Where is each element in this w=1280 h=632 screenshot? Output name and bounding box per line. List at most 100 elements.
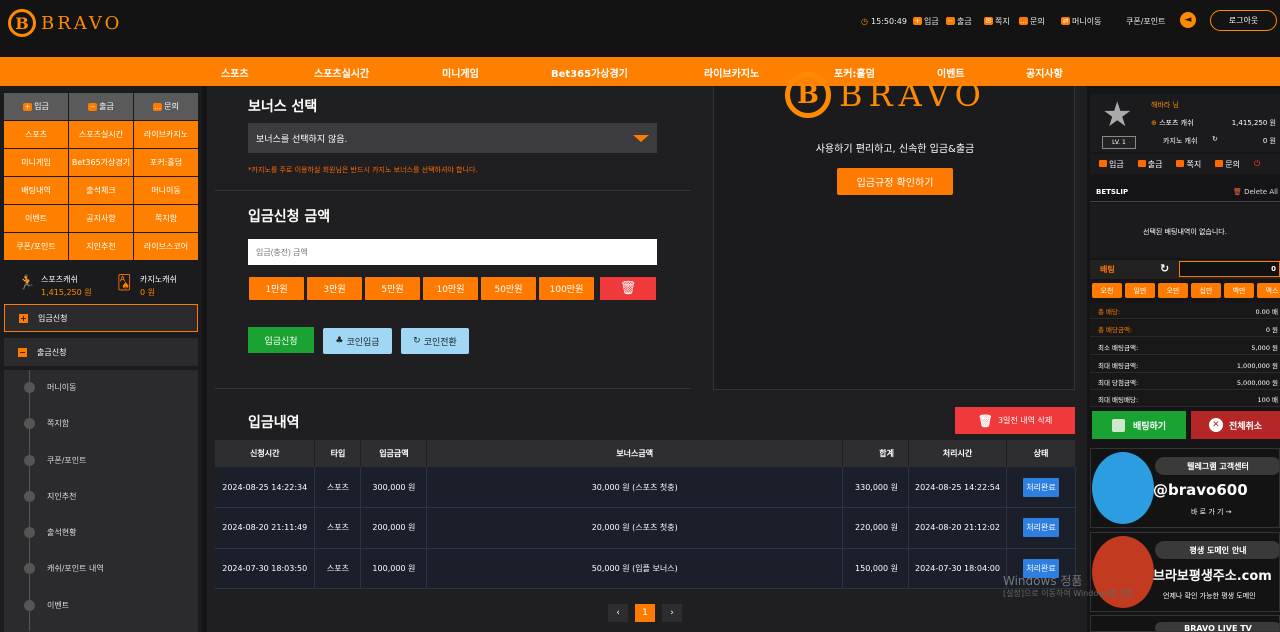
chip-button[interactable]: 일만: [1125, 283, 1155, 298]
dot-icon: [24, 563, 35, 574]
withdraw-request-button[interactable]: − 출금신청: [4, 338, 198, 366]
dot-icon: [24, 418, 35, 429]
nav-bet365[interactable]: Bet365가상경기: [551, 65, 628, 80]
left-menu-item[interactable]: 스포츠실시간: [69, 121, 133, 148]
left-menu-item[interactable]: 출석체크: [69, 177, 133, 204]
header-link-coupon[interactable]: 쿠폰/포인트: [1126, 15, 1166, 27]
history-title: 입금내역: [248, 415, 300, 431]
left-inquiry-button[interactable]: … 문의: [134, 93, 198, 120]
sports-cash-value: 1,415,250 원: [1231, 119, 1276, 127]
dot-icon: [24, 382, 35, 393]
header-link-deposit[interactable]: + 입금: [913, 15, 939, 27]
amount-button-500k[interactable]: 50만원: [481, 277, 536, 300]
submenu-item[interactable]: 출석현황: [24, 527, 76, 538]
chip-button[interactable]: 십만: [1191, 283, 1221, 298]
coins-icon: ♣: [335, 336, 344, 346]
right-message-link[interactable]: 쪽지: [1176, 159, 1201, 170]
refresh-icon[interactable]: ↻: [1160, 262, 1169, 275]
right-withdraw-link[interactable]: 출금: [1137, 159, 1162, 170]
submenu-item[interactable]: 머니이동: [24, 382, 76, 393]
delete-old-history-button[interactable]: 🗑 3일전 내역 삭제: [955, 407, 1075, 434]
left-menu-item[interactable]: 미니게임: [4, 149, 68, 176]
nav-notice[interactable]: 공지사항: [1026, 65, 1063, 80]
submenu-item[interactable]: 쿠폰/포인트: [24, 455, 87, 466]
nav-sports[interactable]: 스포츠: [221, 65, 249, 80]
betslip-header: BETSLIP 🗑 Delete All: [1090, 184, 1280, 202]
cancel-all-button[interactable]: ✕ 전체취소: [1191, 411, 1280, 439]
live-tv-banner[interactable]: BRAVO LIVE TV: [1090, 615, 1280, 632]
domain-banner[interactable]: 평생 도메인 안내 브라보평생주소.com 언제나 확인 가능한 평생 도메인: [1090, 532, 1280, 612]
left-menu-item[interactable]: 배팅내역: [4, 177, 68, 204]
amount-button-50k[interactable]: 5만원: [365, 277, 420, 300]
left-menu-item[interactable]: 쪽지함: [134, 205, 198, 232]
submit-deposit-button[interactable]: 입금신청: [248, 327, 314, 353]
left-menu-item[interactable]: Bet365가상경기: [69, 149, 133, 176]
submenu-item[interactable]: 캐쉬/포인트 내역: [24, 563, 104, 574]
table-row: 2024-08-20 21:11:49 스포츠 200,000 원 20,000…: [215, 507, 1076, 549]
coin-convert-button[interactable]: ↻ 코인전환: [401, 328, 469, 354]
globe-icon: ⊕: [1151, 119, 1160, 127]
bonus-select[interactable]: 보너스를 선택하지 않음.: [248, 123, 657, 153]
amount-button-1m[interactable]: 100만원: [539, 277, 594, 300]
left-menu-item[interactable]: 머니이동: [134, 177, 198, 204]
amount-button-30k[interactable]: 3만원: [307, 277, 362, 300]
trash-icon: 🗑: [1232, 188, 1242, 196]
nav-sports-live[interactable]: 스포츠실시간: [314, 65, 369, 80]
submenu-item[interactable]: 이벤트: [24, 600, 69, 611]
info-row: 총 배당: 0.00 배: [1090, 302, 1280, 319]
header-link-money-transfer[interactable]: ⇄ 머니이동: [1061, 15, 1101, 27]
sound-toggle-icon[interactable]: ◄: [1180, 12, 1196, 28]
top-bar: [0, 0, 1280, 57]
right-inquiry-link[interactable]: 문의: [1215, 159, 1240, 170]
logout-button[interactable]: 로그아웃: [1210, 10, 1277, 31]
amount-button-100k[interactable]: 10만원: [423, 277, 478, 300]
dot-icon: [24, 600, 35, 611]
power-icon[interactable]: ⏻: [1254, 159, 1260, 169]
submenu-item[interactable]: 지인추천: [24, 491, 76, 502]
runner-icon: 🏃: [18, 275, 36, 291]
left-menu-item[interactable]: 공지사항: [69, 205, 133, 232]
left-menu-item[interactable]: 라이브카지노: [134, 121, 198, 148]
clear-amount-button[interactable]: 🗑: [600, 277, 656, 300]
page-prev-button[interactable]: ‹: [608, 604, 628, 622]
right-deposit-link[interactable]: 입금: [1099, 159, 1124, 170]
chip-button[interactable]: 오천: [1092, 283, 1122, 298]
nav-minigame[interactable]: 미니게임: [442, 65, 479, 80]
left-deposit-button[interactable]: + 입금: [4, 93, 68, 120]
page-next-button[interactable]: ›: [662, 604, 682, 622]
amount-button-10k[interactable]: 1만원: [249, 277, 304, 300]
place-bet-button[interactable]: 배팅하기: [1092, 411, 1186, 439]
dot-icon: [24, 455, 35, 466]
left-menu-item[interactable]: 이벤트: [4, 205, 68, 232]
site-logo[interactable]: B BRAVO: [8, 9, 122, 37]
chip-button[interactable]: 오만: [1158, 283, 1188, 298]
deposit-request-button[interactable]: + 입금신청: [4, 304, 198, 332]
logo-mark-icon: B: [785, 72, 831, 118]
left-menu-item[interactable]: 쿠폰/포인트: [4, 233, 68, 260]
header-link-inquiry[interactable]: … 문의: [1019, 15, 1045, 27]
delete-all-button[interactable]: 🗑 Delete All: [1233, 188, 1278, 196]
deposit-rules-button[interactable]: 입금규정 확인하기: [837, 168, 953, 195]
telegram-banner[interactable]: 텔레그램 고객센터 @bravo600 바 로 가 기 →: [1090, 448, 1280, 528]
left-menu-item[interactable]: 라이브스코어: [134, 233, 198, 260]
nav-live-casino[interactable]: 라이브카지노: [704, 65, 759, 80]
plus-icon: +: [23, 102, 33, 111]
bonus-title: 보너스 선택: [248, 99, 318, 115]
left-withdraw-button[interactable]: − 출금: [69, 93, 133, 120]
page-current-button[interactable]: 1: [635, 604, 655, 622]
left-menu-item[interactable]: 지인추천: [69, 233, 133, 260]
header-link-withdraw[interactable]: − 출금: [946, 15, 972, 27]
chip-button[interactable]: 백만: [1224, 283, 1254, 298]
chip-button[interactable]: 맥스: [1257, 283, 1280, 298]
header-link-message[interactable]: ✉ 쪽지: [984, 15, 1010, 27]
left-menu-item[interactable]: 스포츠: [4, 121, 68, 148]
casino-cash-label: 카지노 캐쉬: [1163, 137, 1198, 145]
coin-deposit-button[interactable]: ♣ 코인입금: [323, 328, 392, 354]
submenu-item[interactable]: 쪽지함: [24, 418, 69, 429]
refresh-icon[interactable]: ↻: [1212, 135, 1218, 143]
bet-amount-input[interactable]: 0: [1179, 261, 1280, 277]
money-icon: [1111, 418, 1125, 432]
left-menu-item[interactable]: 포커:홀덤: [134, 149, 198, 176]
column-header: 입금금액: [360, 440, 428, 467]
amount-input[interactable]: [248, 239, 657, 265]
